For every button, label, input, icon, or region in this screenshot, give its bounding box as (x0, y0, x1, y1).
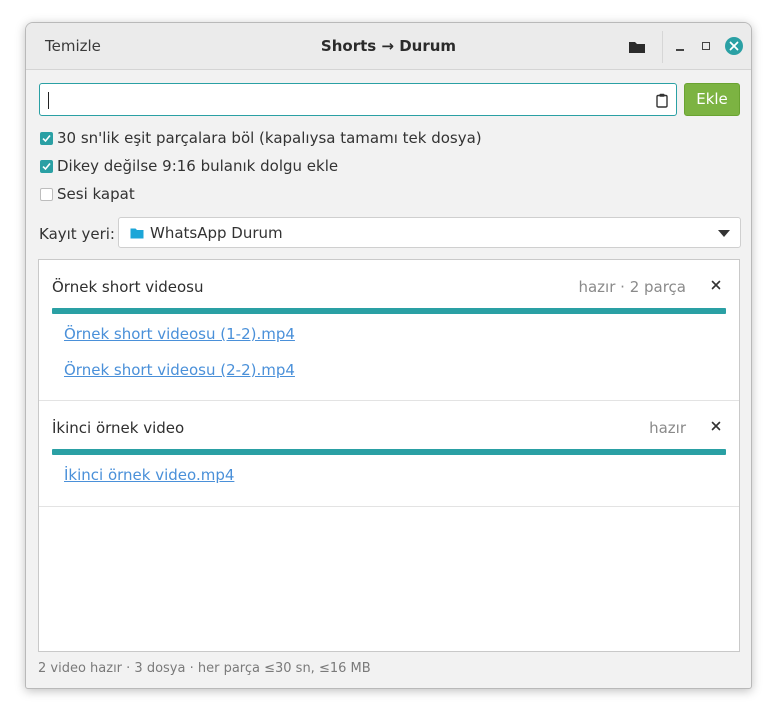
job-header: Örnek short videosu hazır · 2 parça (39, 260, 739, 308)
minimize-button[interactable] (674, 37, 688, 55)
clipboard-icon[interactable] (656, 93, 668, 108)
mute-checkbox[interactable] (40, 187, 53, 201)
folder-icon[interactable] (628, 39, 646, 53)
job-title: İkinci örnek video (52, 419, 185, 437)
save-location-label: Kayıt yeri: (39, 225, 115, 243)
remove-job-button[interactable] (709, 277, 723, 291)
x-icon (711, 421, 721, 431)
title-separator (662, 31, 663, 63)
close-button[interactable] (725, 37, 743, 55)
job-list: Örnek short videosu hazır · 2 parça Örne… (38, 259, 740, 652)
url-input[interactable] (46, 88, 650, 114)
save-location-value: WhatsApp Durum (150, 224, 283, 242)
app-window: Temizle Shorts → Durum Ekle 30 sn'lik eş… (25, 22, 752, 689)
job-progress-fill (52, 449, 726, 455)
remove-job-button[interactable] (709, 418, 723, 432)
file-link[interactable]: Örnek short videosu (1-2).mp4 (64, 322, 295, 358)
job-status: hazır · 2 parça (578, 278, 686, 296)
clear-button[interactable]: Temizle (45, 37, 101, 55)
option-split[interactable]: 30 sn'lik eşit parçalara böl (kapalıysa … (40, 128, 482, 148)
job-progress-fill (52, 308, 726, 314)
job-files: Örnek short videosu (1-2).mp4 Örnek shor… (39, 308, 739, 394)
maximize-button[interactable] (700, 37, 714, 55)
job-title: Örnek short videosu (52, 278, 204, 296)
job-files: İkinci örnek video.mp4 (39, 449, 739, 499)
job-item: Örnek short videosu hazır · 2 parça Örne… (39, 260, 739, 401)
status-bar: 2 video hazır · 3 dosya · her parça ≤30 … (38, 661, 371, 676)
job-progress-bar (52, 449, 726, 455)
chevron-down-icon (718, 230, 730, 237)
job-item: İkinci örnek video hazır İkinci örnek vi… (39, 401, 739, 507)
option-mute[interactable]: Sesi kapat (40, 184, 135, 204)
title-bar: Temizle Shorts → Durum (26, 23, 751, 70)
x-icon (711, 280, 721, 290)
job-status: hazır (649, 419, 686, 437)
blur-pad-label: Dikey değilse 9:16 bulanık dolgu ekle (57, 157, 339, 175)
save-location-select[interactable]: WhatsApp Durum (118, 217, 741, 248)
split-label: 30 sn'lik eşit parçalara böl (kapalıysa … (57, 129, 482, 147)
mute-label: Sesi kapat (57, 185, 135, 203)
split-checkbox[interactable] (40, 131, 53, 145)
url-field[interactable] (39, 83, 677, 116)
add-button[interactable]: Ekle (684, 83, 740, 116)
folder-icon (130, 228, 144, 239)
blur-pad-checkbox[interactable] (40, 159, 53, 173)
file-link[interactable]: Örnek short videosu (2-2).mp4 (64, 358, 295, 394)
file-link[interactable]: İkinci örnek video.mp4 (64, 463, 234, 499)
close-icon (729, 41, 739, 51)
job-progress-bar (52, 308, 726, 314)
job-header: İkinci örnek video hazır (39, 401, 739, 449)
option-blur-pad[interactable]: Dikey değilse 9:16 bulanık dolgu ekle (40, 156, 338, 176)
